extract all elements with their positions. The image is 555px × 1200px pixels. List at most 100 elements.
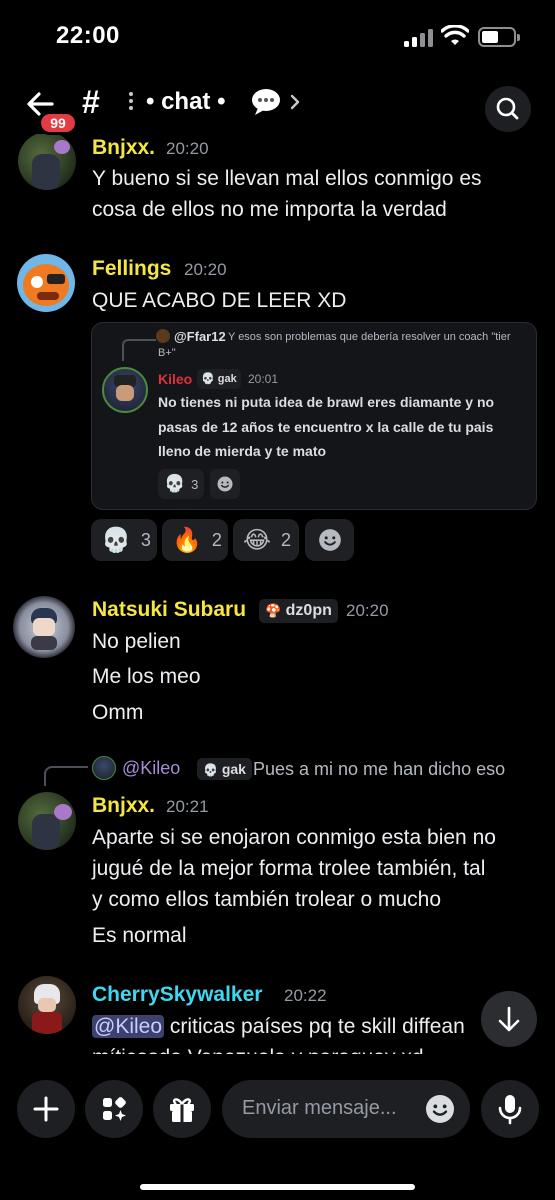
attach-button[interactable] xyxy=(17,1080,75,1138)
message-list[interactable]: Bnjxx. 20:20 Y bueno si se llevan mal el… xyxy=(0,134,555,1054)
mushroom-icon: 🍄 xyxy=(265,603,282,618)
message-line: @Kileo criticas países pq te skill diffe… xyxy=(92,1011,465,1042)
message-time: 20:20 xyxy=(346,601,389,620)
home-indicator xyxy=(140,1184,415,1190)
skull-icon: 💀 xyxy=(201,373,215,385)
message-input-placeholder: Enviar mensaje... xyxy=(242,1097,397,1119)
message-line: cosa de ellos no me importa la verdad xyxy=(92,198,447,221)
author-name[interactable]: Kileo xyxy=(158,371,192,387)
message-line: Aparte si se enojaron conmigo esta bien … xyxy=(92,826,496,849)
cellular-signal-icon xyxy=(404,29,434,47)
add-reaction-button[interactable] xyxy=(210,469,240,499)
reaction-count: 2 xyxy=(281,529,292,550)
search-button[interactable] xyxy=(485,86,531,132)
avatar[interactable] xyxy=(92,756,116,780)
gift-button[interactable] xyxy=(153,1080,211,1138)
battery-icon xyxy=(478,27,520,47)
message-composer: Enviar mensaje... xyxy=(0,1054,555,1200)
message-line: No pelien xyxy=(92,630,181,653)
skull-icon: 💀 xyxy=(101,526,131,554)
user-mention[interactable]: @Kileo xyxy=(92,1015,165,1038)
message-line: míticosde Venezuela y paraguay xd xyxy=(92,1042,424,1054)
message-line: Y bueno si se llevan mal ellos conmigo e… xyxy=(92,167,482,190)
skull-icon: 💀 xyxy=(164,474,186,493)
jump-to-bottom-button[interactable] xyxy=(481,991,537,1047)
message-line: Omm xyxy=(92,701,144,724)
avatar[interactable] xyxy=(18,134,76,190)
reply-author[interactable]: @Ffar12 xyxy=(174,329,226,344)
unread-badge: 99 xyxy=(38,111,78,135)
avatar[interactable] xyxy=(18,792,76,850)
reply-preview: Y esos son problemas que debería resolve… xyxy=(228,331,511,343)
reaction-chip[interactable]: 💀 3 xyxy=(91,519,157,561)
message-time: 20:01 xyxy=(248,372,279,386)
chevron-right-icon[interactable] xyxy=(288,92,302,112)
author-name[interactable]: Natsuki Subaru xyxy=(92,598,246,622)
hash-icon: # xyxy=(82,84,100,120)
avatar[interactable] xyxy=(102,367,148,413)
apps-icon xyxy=(103,1097,126,1121)
reply-preview: B+" xyxy=(158,347,176,359)
status-bar: 22:00 xyxy=(0,0,555,72)
microphone-icon xyxy=(498,1095,522,1125)
gift-icon xyxy=(170,1098,194,1122)
message-input[interactable]: Enviar mensaje... xyxy=(222,1080,470,1138)
avatar xyxy=(156,329,170,343)
emoji-icon xyxy=(318,529,341,551)
message-time: 20:20 xyxy=(184,260,227,279)
status-time: 22:00 xyxy=(56,22,120,49)
reaction-chip[interactable]: 🔥 2 xyxy=(162,519,228,561)
message-time: 20:21 xyxy=(166,797,209,816)
role-tag: 💀 gak xyxy=(197,758,252,780)
reply-preview: Pues a mi no me han dicho eso xyxy=(253,759,506,779)
tag-label: gak xyxy=(217,373,237,385)
reply-connector xyxy=(122,339,156,361)
author-name[interactable]: CherrySkywalker xyxy=(92,983,262,1007)
reaction-count: 3 xyxy=(140,529,151,550)
reaction-count: 2 xyxy=(211,529,222,550)
message-line: y como ellos también trolear o mucho xyxy=(92,888,441,911)
wifi-icon xyxy=(441,25,469,45)
message-time: 20:20 xyxy=(166,139,209,158)
reply-author[interactable]: @Kileo xyxy=(122,758,180,779)
fire-icon: 🔥 xyxy=(172,526,202,554)
thread-dots-icon xyxy=(128,90,134,114)
message-line: No tienes ni puta idea de brawl eres dia… xyxy=(158,394,495,410)
reaction-chip[interactable]: 💀 3 xyxy=(158,469,205,499)
skull-icon: 💀 xyxy=(203,763,218,777)
forwarded-message[interactable]: @Ffar12 Y esos son problemas que debería… xyxy=(91,322,537,510)
avatar[interactable] xyxy=(13,596,75,658)
channel-header: 99 # • chat • xyxy=(0,78,555,135)
reaction-count: 3 xyxy=(191,476,199,492)
search-icon xyxy=(496,97,519,120)
message-line: Me los meo xyxy=(92,665,201,688)
message-line: QUE ACABO DE LEER XD xyxy=(92,289,347,312)
voice-message-button[interactable] xyxy=(481,1080,539,1138)
avatar[interactable] xyxy=(17,254,75,312)
add-reaction-button[interactable] xyxy=(305,519,354,561)
tag-label: gak xyxy=(221,761,246,777)
message-line: Es normal xyxy=(92,924,187,947)
reaction-chip[interactable]: 😂 2 xyxy=(233,519,299,561)
message-time: 20:22 xyxy=(284,986,327,1005)
role-tag: 💀 gak xyxy=(197,369,241,389)
avatar[interactable] xyxy=(18,976,76,1034)
author-name[interactable]: Fellings xyxy=(92,257,171,281)
channel-title[interactable]: • chat • xyxy=(146,88,226,116)
tag-label: dz0pn xyxy=(285,602,332,619)
channel-separator: • xyxy=(217,88,226,115)
role-tag: 🍄 dz0pn xyxy=(259,599,338,623)
author-name[interactable]: Bnjxx. xyxy=(92,794,155,818)
channel-separator: • xyxy=(146,88,155,115)
speech-bubble-icon[interactable] xyxy=(250,88,282,116)
message-text: criticas países pq te skill diffean xyxy=(164,1015,465,1038)
apps-button[interactable] xyxy=(85,1080,143,1138)
emoji-icon xyxy=(217,476,233,492)
emoji-icon[interactable] xyxy=(424,1093,456,1125)
channel-name: chat xyxy=(161,88,211,115)
message-line: pasas de 12 años te encuentro x la calle… xyxy=(158,419,494,435)
message-line: lleno de mierda y te mato xyxy=(158,443,327,459)
message-line: jugué de la mejor forma trolee también, … xyxy=(92,857,486,880)
author-name[interactable]: Bnjxx. xyxy=(92,136,155,160)
joy-icon: 😂 xyxy=(243,526,272,554)
